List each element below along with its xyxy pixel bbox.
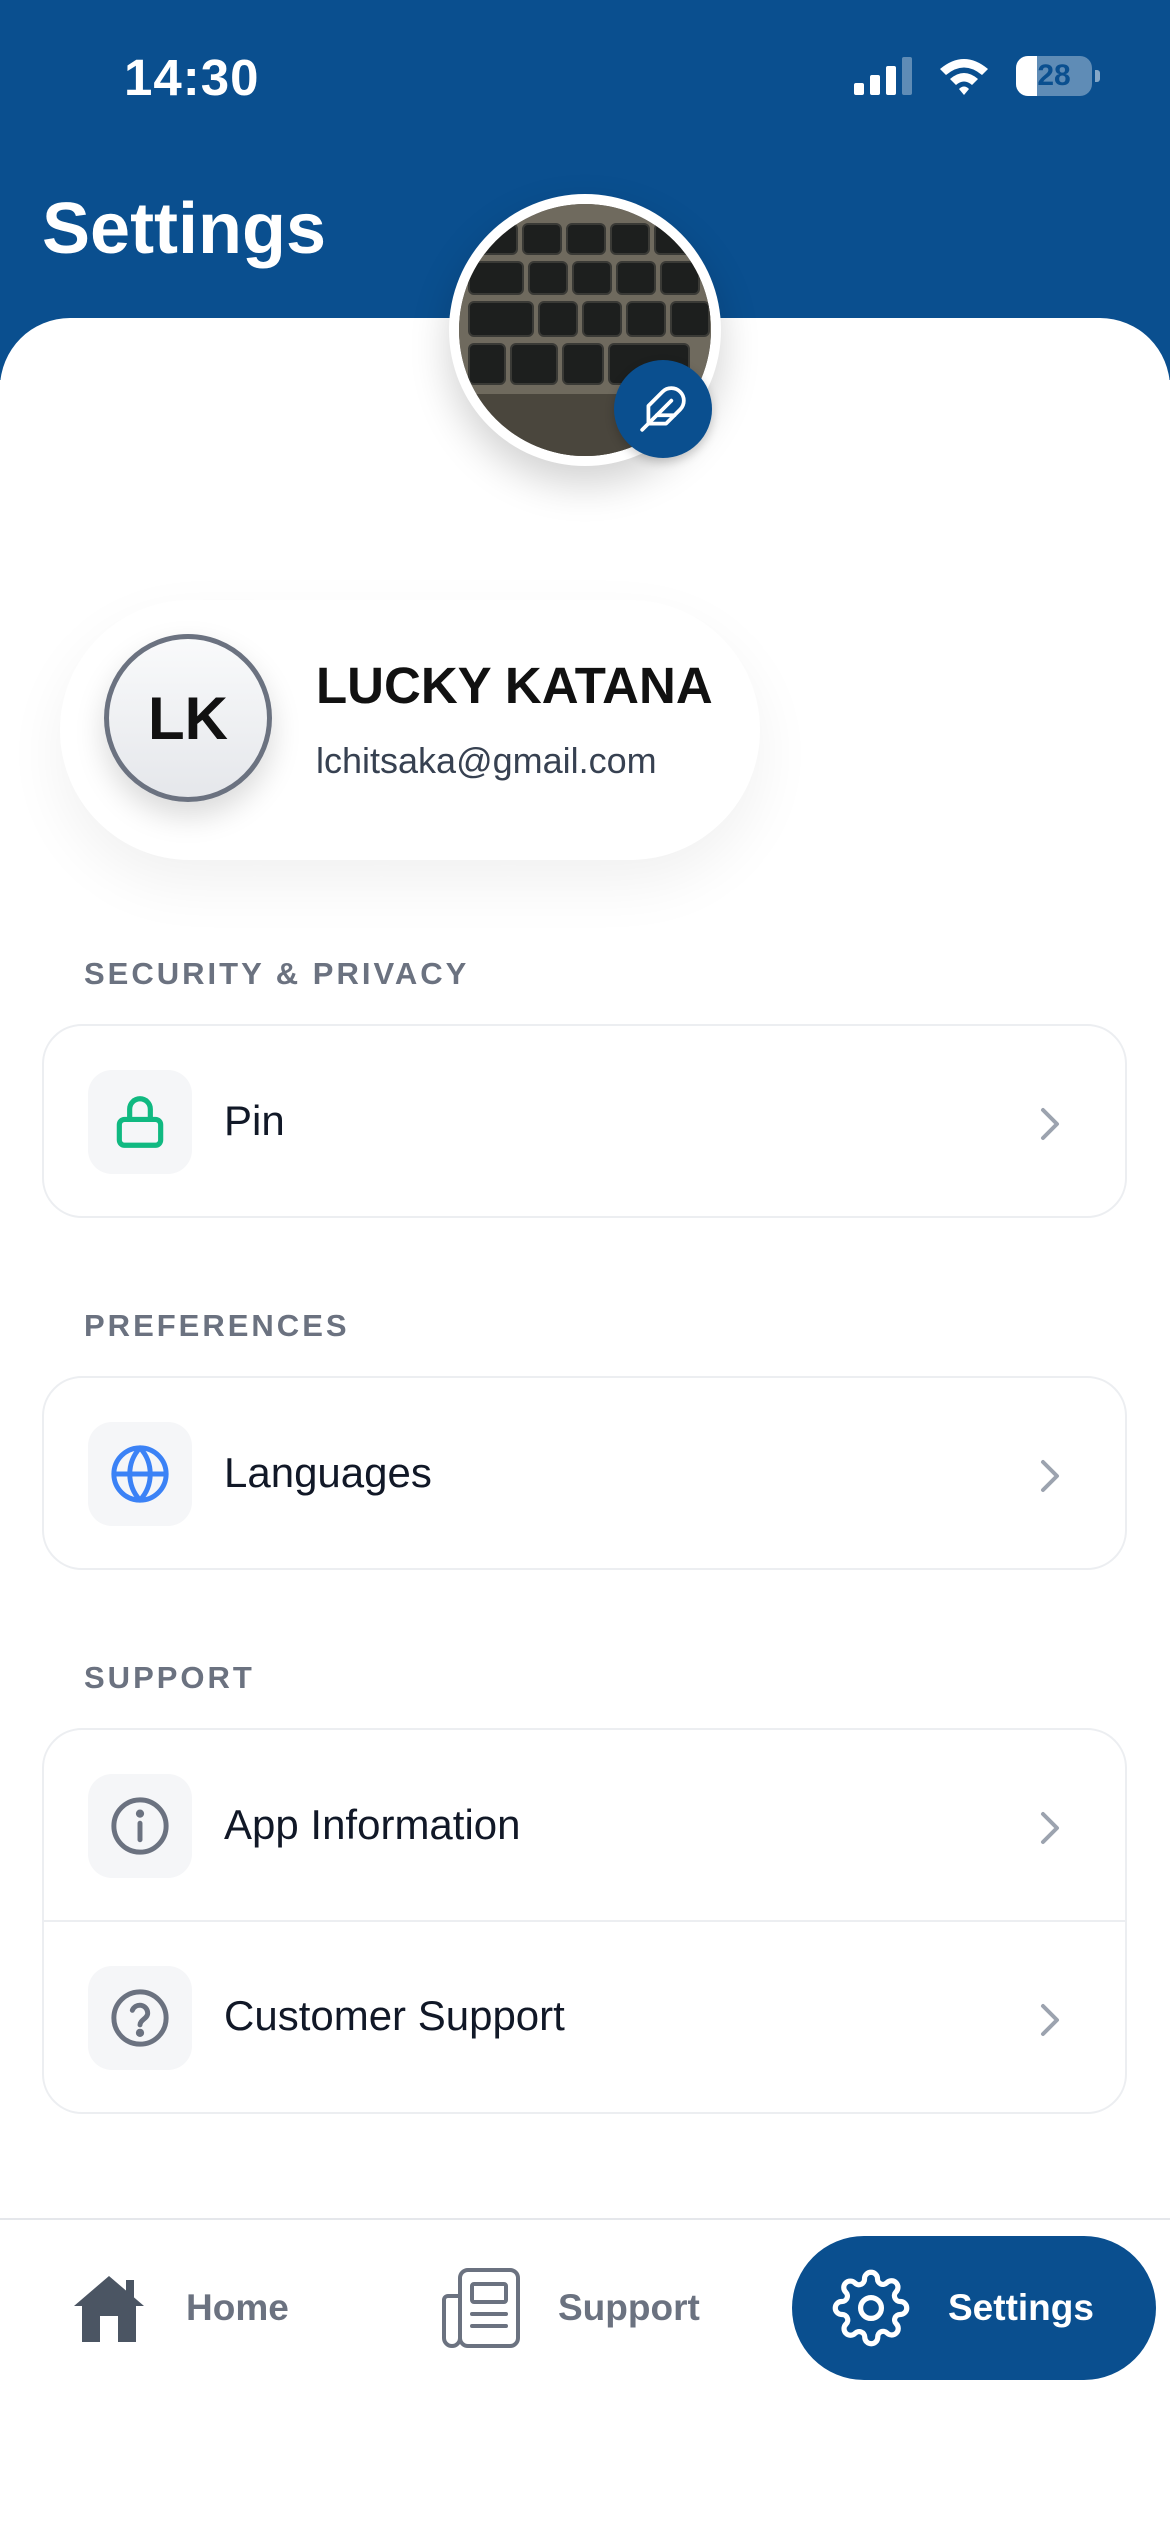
feather-pen-icon — [640, 386, 686, 432]
status-icons: 28 — [854, 56, 1100, 96]
status-time: 14:30 — [124, 49, 260, 106]
help-icon — [111, 1989, 169, 2047]
gear-icon — [832, 2269, 910, 2347]
profile-email: lchitsaka@gmail.com — [316, 740, 657, 781]
edit-photo-button[interactable] — [614, 360, 712, 458]
nav-label: Support — [558, 2287, 700, 2328]
settings-row-app-information[interactable]: App Information — [44, 1730, 1125, 1920]
settings-row-label: App Information — [224, 1801, 521, 1848]
battery-icon: 28 — [1016, 56, 1100, 96]
home-icon — [74, 2276, 144, 2342]
chevron-right-icon — [1041, 1812, 1059, 1844]
chevron-right-icon — [1041, 2004, 1059, 2036]
nav-home[interactable]: Home — [70, 2270, 289, 2346]
battery-fill — [1016, 56, 1038, 96]
wifi-icon — [940, 59, 988, 95]
settings-row-label: Pin — [224, 1097, 285, 1144]
page-title: Settings — [42, 189, 327, 269]
settings-row-label: Customer Support — [224, 1992, 565, 2039]
nav-settings[interactable]: Settings — [792, 2236, 1156, 2380]
bottom-nav: Home Support Settings — [0, 2218, 1170, 2532]
nav-support[interactable]: Support — [440, 2264, 700, 2352]
settings-row-pin[interactable]: Pin — [44, 1026, 1125, 1216]
security-card: Pin — [42, 1024, 1127, 1218]
settings-row-customer-support[interactable]: Customer Support — [44, 1920, 1125, 2110]
section-title-support: SUPPORT — [84, 1660, 255, 1695]
info-icon — [111, 1797, 169, 1855]
preferences-card: Languages — [42, 1376, 1127, 1570]
globe-icon — [111, 1445, 169, 1503]
chevron-right-icon — [1041, 1460, 1059, 1492]
nav-label: Home — [186, 2287, 289, 2328]
battery-level: 28 — [1037, 59, 1071, 92]
settings-row-languages[interactable]: Languages — [44, 1378, 1125, 1568]
lock-icon — [116, 1096, 164, 1148]
section-title-security: SECURITY & PRIVACY — [84, 956, 470, 991]
nav-label: Settings — [948, 2287, 1094, 2328]
signal-icon — [854, 57, 912, 95]
support-card: App Information Customer Support — [42, 1728, 1127, 2114]
newspaper-icon — [442, 2268, 520, 2348]
profile-name: LUCKY KATANA — [316, 657, 713, 714]
settings-row-label: Languages — [224, 1449, 432, 1496]
chevron-right-icon — [1041, 1108, 1059, 1140]
avatar: LK — [104, 634, 272, 802]
section-title-preferences: PREFERENCES — [84, 1308, 350, 1343]
